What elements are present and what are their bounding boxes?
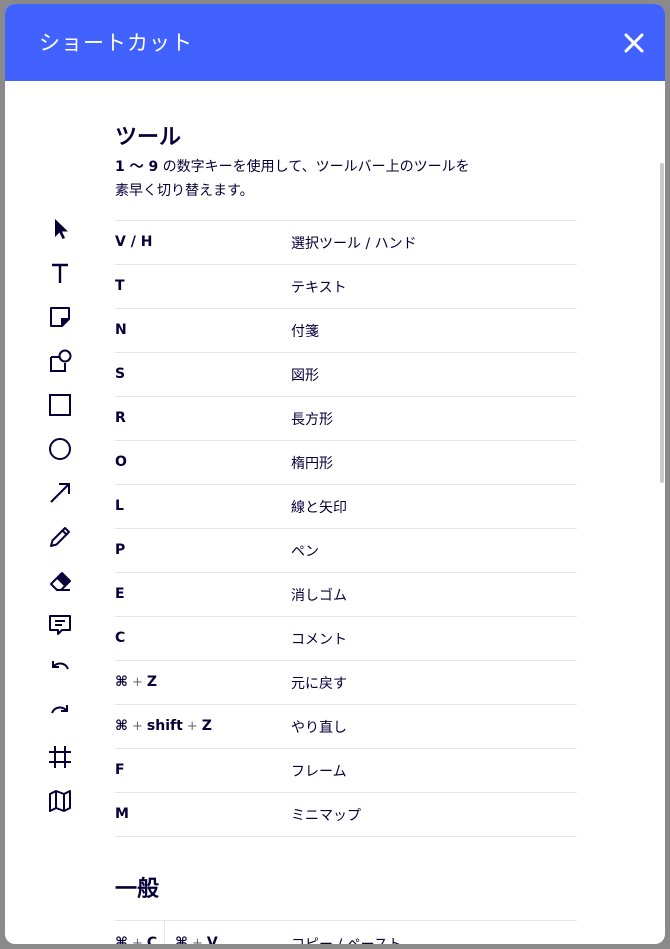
close-icon <box>624 33 644 53</box>
shortcut-label: 付箋 <box>291 324 319 340</box>
shortcut-key: ⌘ + Z <box>115 674 157 690</box>
shortcut-key-paste: ⌘ + V <box>175 935 218 944</box>
eraser-icon <box>45 566 75 596</box>
frame-icon <box>45 742 75 772</box>
table-row: P ペン <box>115 528 577 572</box>
table-row: F フレーム <box>115 748 577 792</box>
shift-key: shift <box>146 718 183 734</box>
shortcut-key: T <box>115 278 125 294</box>
shortcut-label: 楕円形 <box>291 456 333 472</box>
redo-icon <box>45 698 75 728</box>
dialog-body[interactable]: ツール 1 〜 9 の数字キーを使用して、ツールバー上のツールを素早く切り替えま… <box>5 81 665 944</box>
shortcut-key: C <box>115 630 126 646</box>
shortcut-key: O <box>115 454 127 470</box>
shortcut-key: F <box>115 762 125 778</box>
table-row: R 長方形 <box>115 396 577 440</box>
tools-shortcut-table: V / H 選択ツール / ハンド T テキスト N 付箋 S 図形 R 長方形… <box>115 220 577 837</box>
cmd-key: ⌘ <box>115 718 128 734</box>
key-plus: + <box>186 719 198 734</box>
cursor-icon <box>45 214 75 244</box>
shortcut-label: 選択ツール / ハンド <box>291 236 417 252</box>
dialog-title: ショートカット <box>39 31 193 55</box>
key-plus: + <box>132 675 143 690</box>
tools-section-title: ツール <box>115 125 182 150</box>
shortcut-label: 消しゴム <box>291 588 347 604</box>
shortcut-label: コメント <box>291 632 347 648</box>
shortcut-key-copy: ⌘ + C <box>115 935 157 944</box>
sticky-note-icon <box>45 302 75 332</box>
map-icon <box>45 786 75 816</box>
text-icon <box>45 258 75 288</box>
shortcut-label: ペン <box>291 544 319 560</box>
undo-icon <box>45 654 75 684</box>
shortcut-key: ⌘ + shift + Z <box>115 718 212 734</box>
general-section-title: 一般 <box>115 877 160 902</box>
shortcut-key: P <box>115 542 126 558</box>
cmd-key: ⌘ <box>115 674 128 690</box>
shortcut-label: 元に戻す <box>291 676 347 692</box>
table-row: ⌘ + Z 元に戻す <box>115 660 577 704</box>
scrollbar[interactable] <box>660 163 664 483</box>
key-divider <box>164 921 165 944</box>
shortcut-label: コピー / ペースト <box>291 934 402 944</box>
table-row: O 楕円形 <box>115 440 577 484</box>
comment-icon <box>45 610 75 640</box>
table-row: ⌘+C ⌘+V コピー / ペースト <box>115 920 577 944</box>
pen-icon <box>45 522 75 552</box>
table-row: N 付箋 <box>115 308 577 352</box>
shortcut-label: フレーム <box>291 764 347 780</box>
table-row: V / H 選択ツール / ハンド <box>115 220 577 264</box>
desc-line-1: の数字キーを使用して、ツールバー上のツールを <box>158 159 470 175</box>
shortcut-label: ミニマップ <box>291 808 361 824</box>
shortcut-key: E <box>115 586 125 602</box>
letter-key: C <box>146 935 158 944</box>
key-plus: + <box>192 936 203 944</box>
shortcuts-dialog: ショートカット ツール 1 〜 9 の数字キーを使用して、ツールバー上のツールを… <box>5 4 665 944</box>
shortcut-label: テキスト <box>291 280 347 296</box>
shortcut-label: 長方形 <box>291 412 333 428</box>
dialog-header: ショートカット <box>5 4 665 81</box>
tools-section-description: 1 〜 9 の数字キーを使用して、ツールバー上のツールを素早く切り替えます。 <box>115 155 515 203</box>
rectangle-icon <box>45 390 75 420</box>
table-row: S 図形 <box>115 352 577 396</box>
shortcut-label: 線と矢印 <box>291 500 347 516</box>
shortcut-key: R <box>115 410 126 426</box>
cmd-key: ⌘ <box>115 935 128 944</box>
arrow-icon <box>45 478 75 508</box>
number-keys-range: 1 〜 9 <box>115 159 159 175</box>
shortcut-key: L <box>115 498 124 514</box>
shapes-icon <box>45 346 75 376</box>
letter-key: Z <box>201 718 212 734</box>
shortcut-key: V / H <box>115 234 153 250</box>
key-plus: + <box>132 719 143 734</box>
shortcut-label: やり直し <box>291 720 347 736</box>
shortcut-key: M <box>115 806 129 822</box>
table-row: T テキスト <box>115 264 577 308</box>
close-button[interactable] <box>617 26 651 60</box>
letter-key: Z <box>146 674 158 690</box>
table-row: E 消しゴム <box>115 572 577 616</box>
shortcut-key: S <box>115 366 126 382</box>
desc-line-2: 素早く切り替えます。 <box>115 183 254 199</box>
shortcut-key: N <box>115 322 127 338</box>
table-row: M ミニマップ <box>115 792 577 837</box>
letter-key: V <box>206 935 218 944</box>
key-plus: + <box>132 936 143 944</box>
table-row: ⌘ + shift + Z やり直し <box>115 704 577 748</box>
table-row: L 線と矢印 <box>115 484 577 528</box>
cmd-key: ⌘ <box>175 935 188 944</box>
ellipse-icon <box>45 434 75 464</box>
shortcut-label: 図形 <box>291 368 319 384</box>
table-row: C コメント <box>115 616 577 660</box>
